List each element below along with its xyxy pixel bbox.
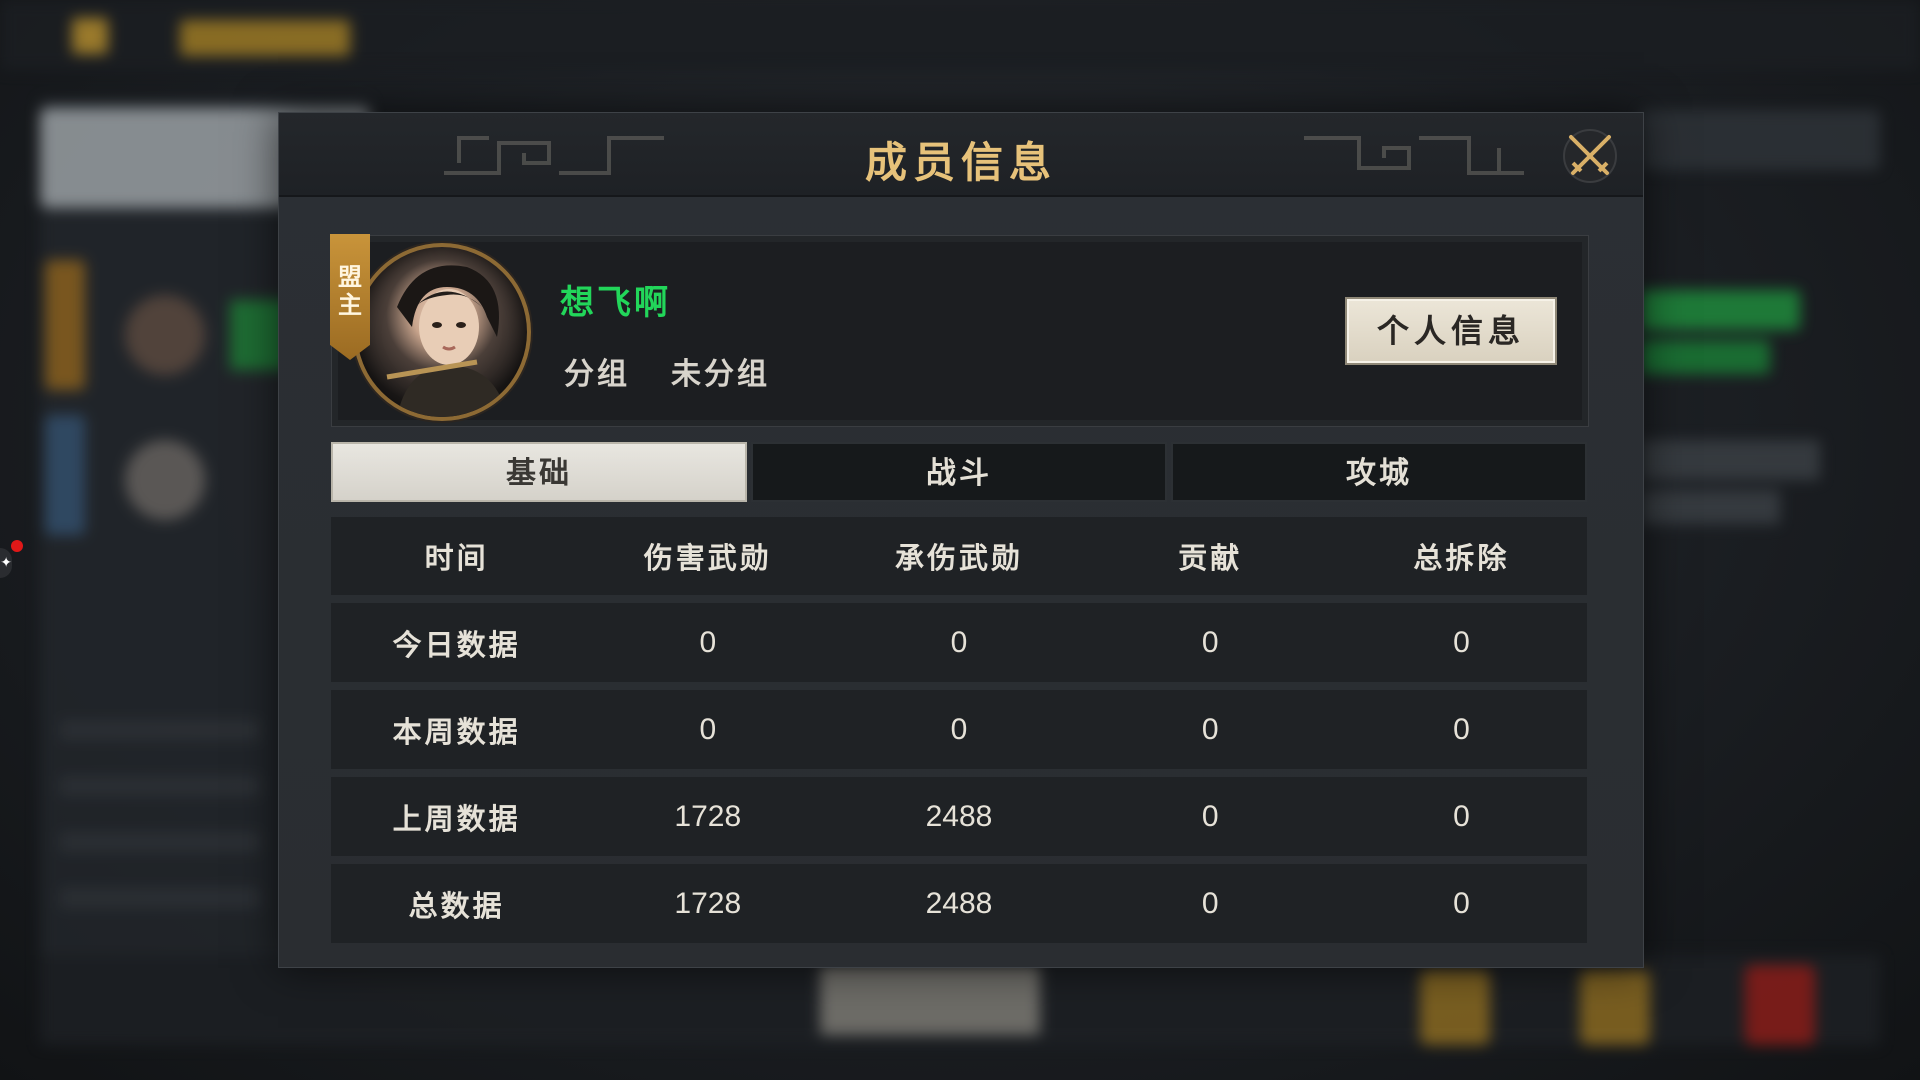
column-header-time: 时间 xyxy=(424,541,489,575)
column-header-demolition: 总拆除 xyxy=(1413,541,1510,575)
row-label: 上周数据 xyxy=(392,801,521,836)
leader-badge-label: 盟主 xyxy=(338,262,362,319)
table-row: 上周数据 1728 2488 0 0 xyxy=(331,777,1587,856)
character-portrait xyxy=(386,265,507,417)
group-label: 分组 xyxy=(564,357,630,392)
column-header-damage-merit: 伤害武勋 xyxy=(643,541,772,575)
avatar[interactable] xyxy=(353,243,531,421)
table-cell: 0 xyxy=(1453,712,1470,746)
modal-header: 成员信息 xyxy=(279,113,1643,197)
table-cell: 1728 xyxy=(674,886,742,920)
row-label: 今日数据 xyxy=(392,627,521,662)
table-cell: 1728 xyxy=(674,799,742,833)
stats-table: 时间 伤害武勋 承伤武勋 贡献 总拆除 今日数据 0 0 0 0 本周数据 0 … xyxy=(331,517,1587,951)
group-value: 未分组 xyxy=(671,357,770,392)
member-info-modal: 成员信息 盟主 想飞啊 分组 未分组 个人信息 基础 战斗 攻城 时间 伤害武勋… xyxy=(278,112,1644,968)
table-cell: 0 xyxy=(1201,886,1219,920)
table-cell: 0 xyxy=(950,625,968,659)
table-row: 本周数据 0 0 0 0 xyxy=(331,690,1587,769)
table-cell: 0 xyxy=(1453,886,1470,920)
table-header-row: 时间 伤害武勋 承伤武勋 贡献 总拆除 xyxy=(331,517,1587,595)
table-cell: 2488 xyxy=(925,799,993,833)
table-cell: 0 xyxy=(699,625,717,659)
personal-info-button[interactable]: 个人信息 xyxy=(1345,297,1557,365)
table-cell: 0 xyxy=(699,712,717,746)
table-cell: 0 xyxy=(1453,799,1470,833)
row-label: 本周数据 xyxy=(392,714,521,749)
crossed-swords-icon[interactable] xyxy=(1561,127,1619,185)
column-header-tank-merit: 承伤武勋 xyxy=(895,541,1024,575)
tab-basic[interactable]: 基础 xyxy=(331,442,747,502)
column-header-contribution: 贡献 xyxy=(1178,541,1243,575)
notification-dot xyxy=(11,540,23,552)
tab-siege[interactable]: 攻城 xyxy=(1171,442,1587,502)
table-cell: 0 xyxy=(1201,712,1219,746)
table-row: 总数据 1728 2488 0 0 xyxy=(331,864,1587,943)
table-cell: 0 xyxy=(1453,625,1470,659)
row-label: 总数据 xyxy=(408,888,505,923)
game-screen: ✦ 成员信息 盟主 想飞啊 分组 未分组 个人信息 基础 战斗 攻城 时间 伤害… xyxy=(0,0,1920,1080)
table-row: 今日数据 0 0 0 0 xyxy=(331,603,1587,682)
player-name: 想飞啊 xyxy=(560,283,671,323)
tab-battle[interactable]: 战斗 xyxy=(751,442,1167,502)
table-cell: 0 xyxy=(1201,625,1219,659)
table-cell: 2488 xyxy=(925,886,993,920)
header-ornament-icon xyxy=(1304,136,1524,175)
table-cell: 0 xyxy=(950,712,968,746)
table-cell: 0 xyxy=(1201,799,1219,833)
